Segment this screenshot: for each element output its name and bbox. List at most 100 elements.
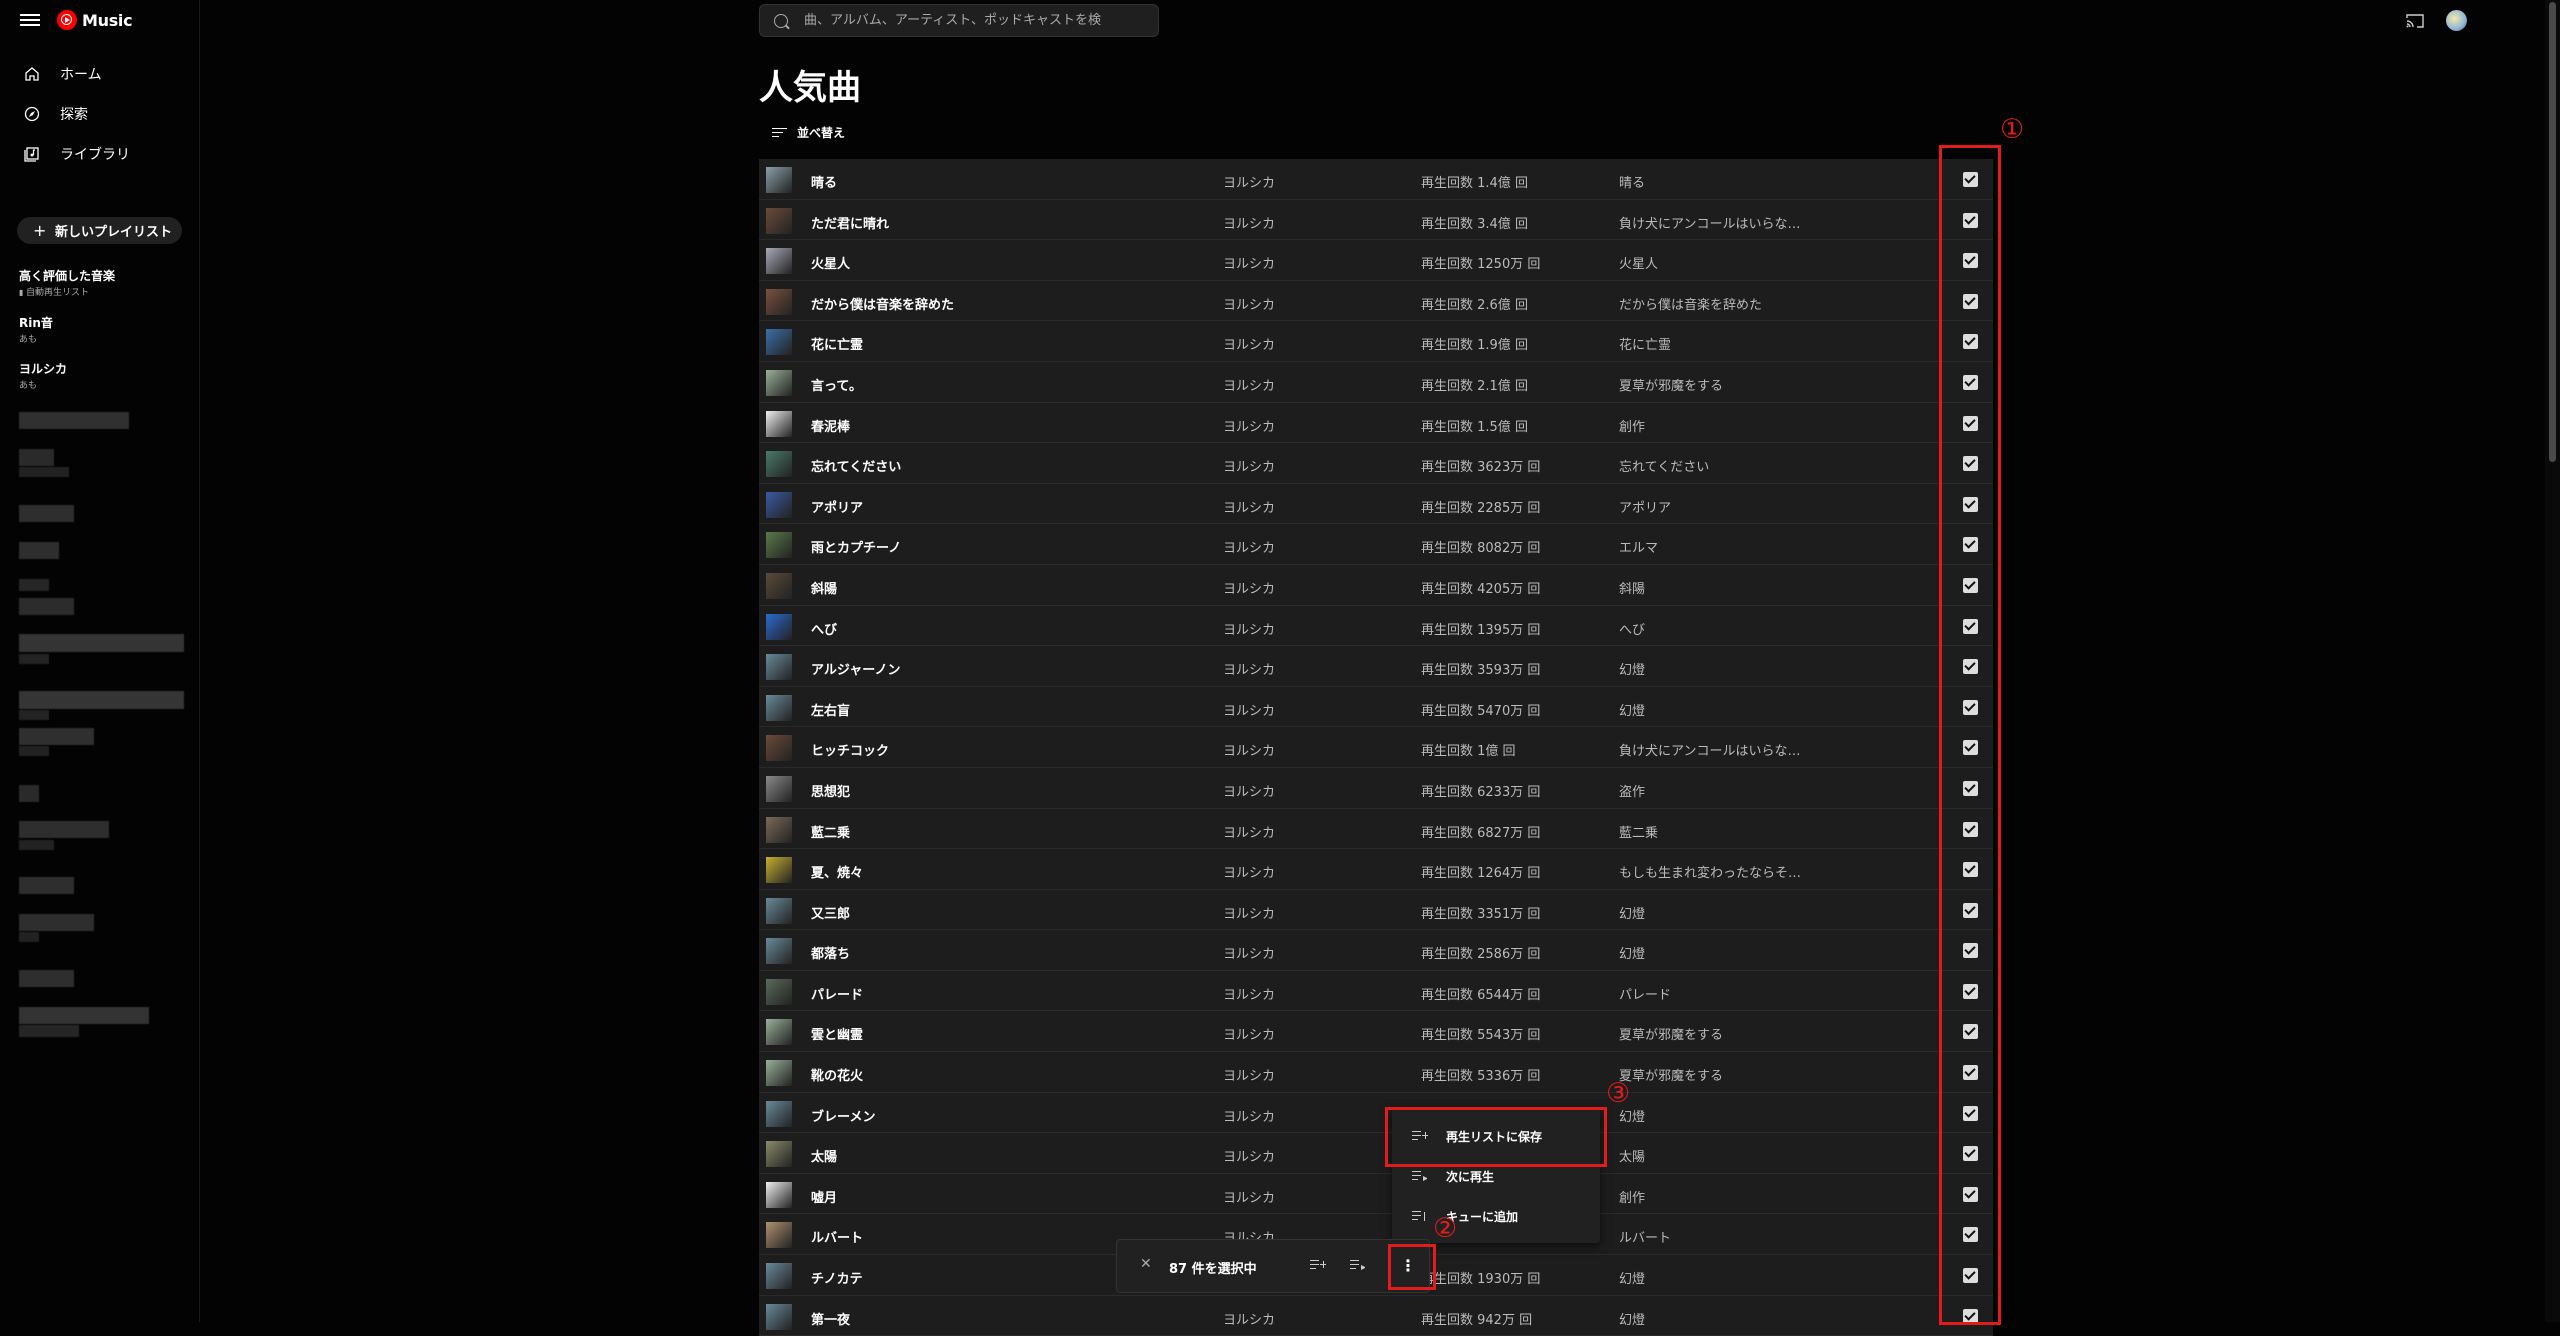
track-album[interactable]: パレード xyxy=(1619,984,1671,1003)
track-album[interactable]: 幻燈 xyxy=(1619,1309,1645,1328)
track-album[interactable]: 斜陽 xyxy=(1619,578,1645,597)
album-art[interactable] xyxy=(766,1181,792,1208)
row-checkbox[interactable] xyxy=(1963,1268,1978,1284)
track-row[interactable]: 都落ち ヨルシカ 再生回数 2586万 回 幻燈 xyxy=(759,930,1993,971)
track-artist[interactable]: ヨルシカ xyxy=(1223,1106,1275,1125)
row-checkbox[interactable] xyxy=(1963,659,1978,675)
track-artist[interactable]: ヨルシカ xyxy=(1223,903,1275,922)
play-next-icon[interactable] xyxy=(1350,1259,1366,1271)
row-checkbox[interactable] xyxy=(1963,740,1978,756)
track-album[interactable]: アポリア xyxy=(1619,497,1671,516)
menu-item-play-next[interactable]: 次に再生 xyxy=(1392,1156,1600,1196)
album-art[interactable] xyxy=(766,978,792,1005)
row-checkbox[interactable] xyxy=(1963,577,1978,593)
track-artist[interactable]: ヨルシカ xyxy=(1223,294,1275,313)
track-row[interactable]: アルジャーノン ヨルシカ 再生回数 3593万 回 幻燈 xyxy=(759,646,1993,687)
album-art[interactable] xyxy=(766,816,792,843)
track-row[interactable]: 花に亡霊 ヨルシカ 再生回数 1.9億 回 花に亡霊 xyxy=(759,321,1993,362)
track-album[interactable]: 忘れてください xyxy=(1619,456,1709,475)
track-title[interactable]: 花に亡霊 xyxy=(811,334,863,353)
album-art[interactable] xyxy=(766,1100,792,1127)
track-album[interactable]: 負け犬にアンコールはいらな… xyxy=(1619,213,1800,232)
track-album[interactable]: 花に亡霊 xyxy=(1619,334,1671,353)
youtube-music-logo[interactable]: Music xyxy=(57,10,133,30)
track-row[interactable]: 太陽 ヨルシカ 太陽 xyxy=(759,1133,1993,1174)
row-checkbox[interactable] xyxy=(1963,983,1978,999)
nav-home[interactable]: ホーム xyxy=(0,56,199,92)
track-row[interactable]: 又三郎 ヨルシカ 再生回数 3351万 回 幻燈 xyxy=(759,889,1993,931)
album-art[interactable] xyxy=(766,613,792,640)
track-artist[interactable]: ヨルシカ xyxy=(1223,1146,1275,1165)
row-checkbox[interactable] xyxy=(1963,415,1978,431)
track-title[interactable]: 藍二乗 xyxy=(811,822,850,841)
track-artist[interactable]: ヨルシカ xyxy=(1223,456,1275,475)
track-title[interactable]: 夏、焼々 xyxy=(811,862,863,881)
sort-button[interactable]: 並べ替え xyxy=(772,124,845,141)
track-row[interactable]: 藍二乗 ヨルシカ 再生回数 6827万 回 藍二乗 xyxy=(759,808,1993,850)
album-art[interactable] xyxy=(766,167,792,193)
menu-item-add-to-queue[interactable]: キューに追加 xyxy=(1392,1196,1600,1236)
track-title[interactable]: 嘘月 xyxy=(811,1187,837,1206)
track-title[interactable]: 思想犯 xyxy=(811,781,850,800)
track-album[interactable]: もしも生まれ変わったならそ… xyxy=(1619,862,1801,881)
track-row[interactable]: ヒッチコック ヨルシカ 再生回数 1億 回 負け犬にアンコールはいらな… xyxy=(759,727,1993,768)
track-album[interactable]: 夏草が邪魔をする xyxy=(1619,375,1723,394)
track-row[interactable]: パレード ヨルシカ 再生回数 6544万 回 パレード xyxy=(759,970,1993,1012)
nav-library[interactable]: ライブラリ xyxy=(0,136,199,172)
track-artist[interactable]: ヨルシカ xyxy=(1223,822,1275,841)
track-album[interactable]: 晴る xyxy=(1619,172,1645,191)
track-title[interactable]: ルバート xyxy=(811,1227,863,1246)
track-artist[interactable]: ヨルシカ xyxy=(1223,1024,1275,1043)
album-art[interactable] xyxy=(766,369,792,396)
track-artist[interactable]: ヨルシカ xyxy=(1223,497,1275,516)
album-art[interactable] xyxy=(766,532,792,559)
track-artist[interactable]: ヨルシカ xyxy=(1223,700,1275,719)
row-checkbox[interactable] xyxy=(1963,1105,1978,1121)
playlist-add-icon[interactable] xyxy=(1310,1259,1326,1271)
track-title[interactable]: チノカテ xyxy=(811,1268,863,1287)
track-row[interactable]: ただ君に晴れ ヨルシカ 再生回数 3.4億 回 負け犬にアンコールはいらな… xyxy=(759,199,1993,241)
track-artist[interactable]: ヨルシカ xyxy=(1223,172,1275,191)
track-album[interactable]: へび xyxy=(1619,619,1645,638)
new-playlist-button[interactable]: + 新しいプレイリスト xyxy=(17,217,182,244)
track-row[interactable]: 左右盲 ヨルシカ 再生回数 5470万 回 幻燈 xyxy=(759,686,1993,728)
track-title[interactable]: アポリア xyxy=(811,497,863,516)
row-checkbox[interactable] xyxy=(1963,862,1978,878)
track-title[interactable]: 春泥棒 xyxy=(811,416,850,435)
track-artist[interactable]: ヨルシカ xyxy=(1223,984,1275,1003)
track-artist[interactable]: ヨルシカ xyxy=(1223,375,1275,394)
album-art[interactable] xyxy=(766,897,792,924)
search-bar[interactable] xyxy=(759,4,1159,37)
album-art[interactable] xyxy=(766,775,792,802)
row-checkbox[interactable] xyxy=(1963,699,1978,715)
track-album[interactable]: 負け犬にアンコールはいらな… xyxy=(1619,740,1800,759)
album-art[interactable] xyxy=(766,1263,792,1290)
album-art[interactable] xyxy=(766,248,792,275)
row-checkbox[interactable] xyxy=(1963,212,1978,228)
track-row[interactable]: 思想犯 ヨルシカ 再生回数 6233万 回 盗作 xyxy=(759,767,1993,809)
album-art[interactable] xyxy=(766,654,792,681)
track-title[interactable]: 都落ち xyxy=(811,943,850,962)
track-artist[interactable]: ヨルシカ xyxy=(1223,619,1275,638)
track-title[interactable]: ヒッチコック xyxy=(811,740,889,759)
track-album[interactable]: 幻燈 xyxy=(1619,903,1645,922)
track-title[interactable]: 雲と幽霊 xyxy=(811,1024,863,1043)
row-checkbox[interactable] xyxy=(1963,618,1978,634)
album-art[interactable] xyxy=(766,1019,792,1046)
row-checkbox[interactable] xyxy=(1963,943,1978,959)
track-artist[interactable]: ヨルシカ xyxy=(1223,253,1275,272)
album-art[interactable] xyxy=(766,1303,792,1330)
track-album[interactable]: 幻燈 xyxy=(1619,659,1645,678)
playlist-item[interactable]: ヨルシカ あも xyxy=(19,360,67,391)
album-art[interactable] xyxy=(766,694,792,721)
track-artist[interactable]: ヨルシカ xyxy=(1223,781,1275,800)
track-row[interactable]: 第一夜 ヨルシカ 再生回数 942万 回 幻燈 xyxy=(759,1295,1993,1336)
row-checkbox[interactable] xyxy=(1963,172,1978,187)
track-album[interactable]: 夏草が邪魔をする xyxy=(1619,1065,1723,1084)
track-row[interactable]: 嘘月 ヨルシカ 創作 xyxy=(759,1173,1993,1215)
track-artist[interactable]: ヨルシカ xyxy=(1223,862,1275,881)
row-checkbox[interactable] xyxy=(1963,1146,1978,1162)
track-album[interactable]: ルバート xyxy=(1619,1227,1671,1246)
track-album[interactable]: 藍二乗 xyxy=(1619,822,1658,841)
track-row[interactable]: ブレーメン ヨルシカ 幻燈 xyxy=(759,1092,1993,1134)
